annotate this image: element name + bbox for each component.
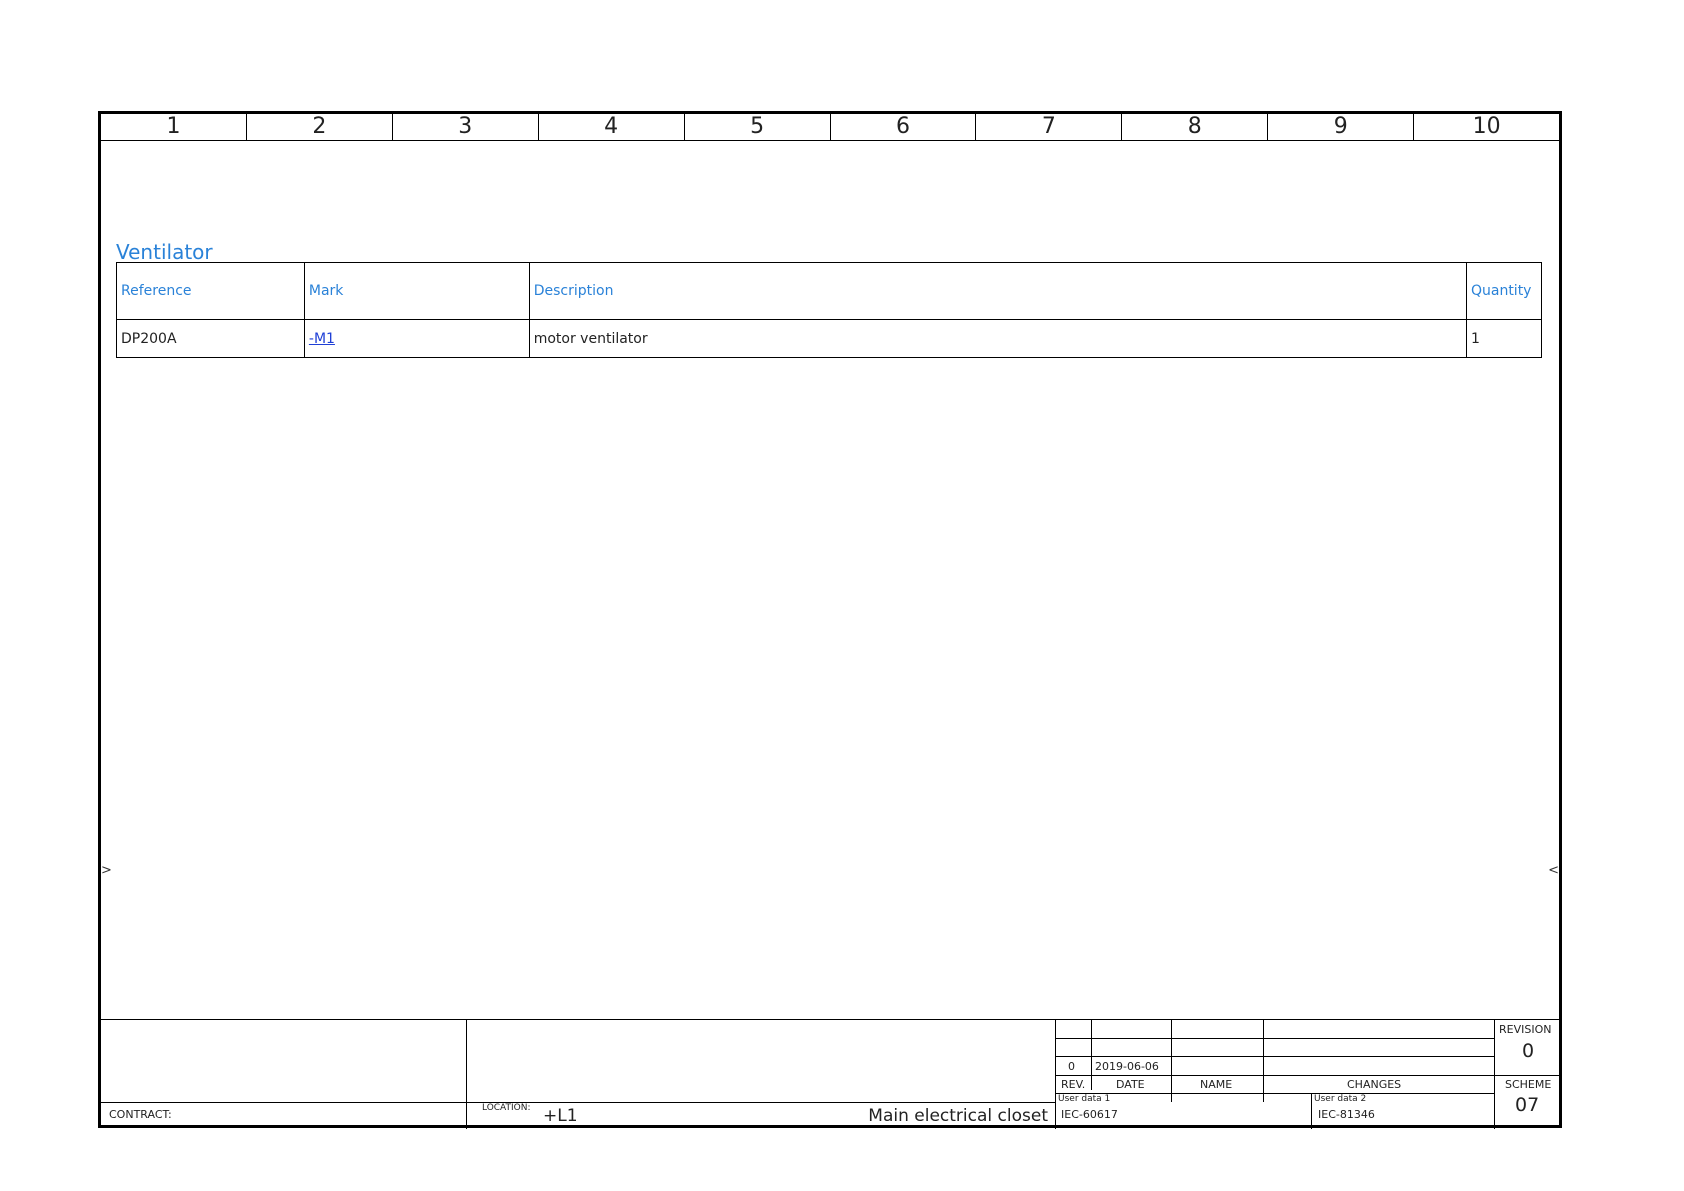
ruler-col-9: 9 — [1268, 114, 1415, 140]
ruler-col-1: 1 — [101, 114, 247, 140]
location-label: LOCATION: — [482, 1103, 531, 1113]
parts-table: Reference Mark Description Quantity DP20… — [116, 262, 1543, 358]
table-row: DP200A -M1 motor ventilator 1 — [116, 319, 1543, 358]
section-title: Ventilator — [116, 240, 213, 264]
ruler-col-10: 10 — [1472, 114, 1501, 139]
ruler-col-6: 6 — [831, 114, 977, 140]
user-data-1-label: User data 1 — [1058, 1094, 1111, 1104]
user-data-2-value: IEC-81346 — [1318, 1108, 1375, 1121]
cell-mark: -M1 — [303, 319, 530, 358]
header-description: Description — [528, 262, 1467, 320]
scheme-label: SCHEME — [1505, 1078, 1552, 1091]
ruler-col-8: 8 — [1122, 114, 1269, 140]
date-cell: 2019-06-06 — [1095, 1060, 1159, 1073]
header-mark: Mark — [303, 262, 530, 320]
user-data-1-value: IEC-60617 — [1061, 1108, 1118, 1121]
col-changes: CHANGES — [1347, 1078, 1402, 1091]
cell-description: motor ventilator — [528, 319, 1467, 358]
col-date: DATE — [1116, 1078, 1145, 1091]
revision-label: REVISION — [1499, 1023, 1552, 1036]
scheme-value: 07 — [1515, 1094, 1540, 1116]
user-data-2-label: User data 2 — [1314, 1094, 1367, 1104]
ruler-col-3: 3 — [393, 114, 539, 140]
ruler-col-4: 4 — [539, 114, 685, 140]
col-rev: REV. — [1061, 1078, 1086, 1091]
right-marker-icon: < — [1548, 863, 1559, 878]
col-name: NAME — [1200, 1078, 1233, 1091]
location-value: +L1 — [543, 1106, 578, 1126]
title-block: CONTRACT: LOCATION: +L1 Main electrical … — [101, 1019, 1562, 1129]
drawing-frame: 1 2 3 4 5 6 7 8 9 10 Ventilator Referenc… — [98, 111, 1562, 1129]
mark-link[interactable]: -M1 — [309, 331, 335, 347]
rev-cell: 0 — [1068, 1060, 1075, 1073]
revision-value: 0 — [1522, 1040, 1535, 1062]
column-ruler: 1 2 3 4 5 6 7 8 9 10 — [101, 114, 1559, 141]
header-reference: Reference — [116, 262, 305, 320]
cell-reference: DP200A — [116, 319, 305, 358]
location-name: Main electrical closet — [868, 1106, 1048, 1126]
left-marker-icon: > — [101, 863, 112, 878]
ruler-col-2: 2 — [247, 114, 393, 140]
ruler-col-5: 5 — [685, 114, 831, 140]
header-quantity: Quantity — [1465, 262, 1543, 320]
cell-quantity: 1 — [1465, 319, 1543, 358]
contract-label: CONTRACT: — [109, 1108, 172, 1121]
table-header-row: Reference Mark Description Quantity — [116, 262, 1543, 320]
ruler-col-7: 7 — [976, 114, 1123, 140]
